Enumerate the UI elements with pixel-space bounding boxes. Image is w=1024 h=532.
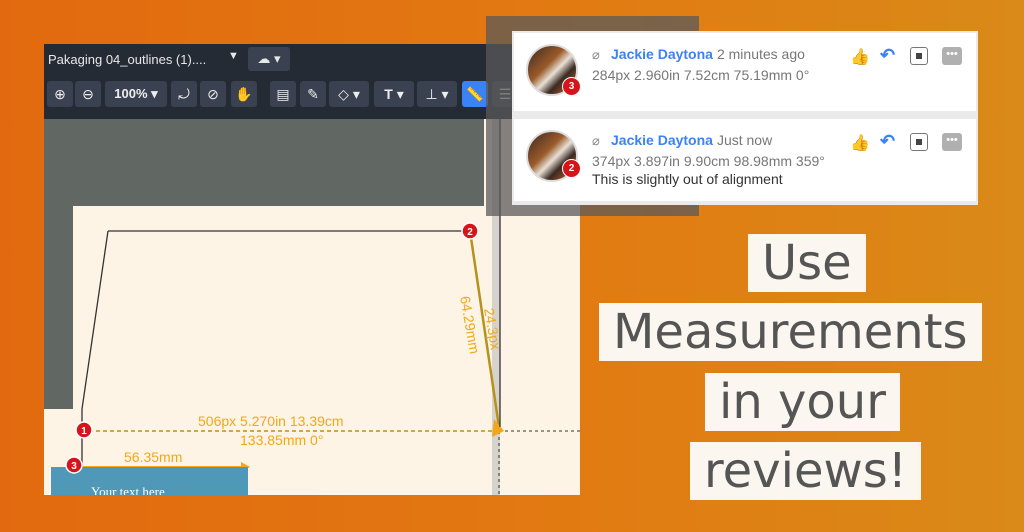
reply-icon[interactable]: ↶ [880, 131, 895, 152]
comment-author[interactable]: Jackie Daytona 2 minutes ago [611, 46, 805, 62]
pan-hand-icon[interactable]: ✋ [231, 81, 257, 107]
shapes-icon[interactable]: ◇ ▾ [329, 81, 369, 107]
measure-icon: ⌀ [592, 133, 600, 148]
author-name: Jackie Daytona [611, 46, 713, 62]
comment-icon[interactable]: ▤ [270, 81, 296, 107]
author-name: Jackie Daytona [611, 132, 713, 148]
like-icon[interactable]: 👍 [850, 47, 870, 67]
marker-badge: 2 [562, 159, 581, 178]
measure-icon: ⌀ [592, 47, 600, 62]
comment-card[interactable]: 3 ⌀ Jackie Daytona 2 minutes ago 284px 2.… [514, 33, 976, 111]
comment-card[interactable]: 2 ⌀ Jackie Daytona Just now 374px 3.897in… [514, 119, 976, 201]
comment-author[interactable]: Jackie Daytona Just now [611, 132, 772, 148]
comment-time: 2 minutes ago [716, 46, 805, 62]
comment-text: This is slightly out of alignment [592, 171, 783, 187]
headline-line-1: Use [748, 234, 866, 292]
rotate-icon[interactable]: ⤾ [171, 81, 197, 107]
like-icon[interactable]: 👍 [850, 133, 870, 153]
headline-line-4: reviews! [690, 442, 921, 500]
comment-measurement: 284px 2.960in 7.52cm 75.19mm 0° [592, 67, 810, 83]
marker-badge: 3 [562, 77, 581, 96]
marker-2-label: 2 [467, 227, 473, 238]
measure-ruler-icon[interactable]: 📏 [462, 81, 488, 107]
headline-line-3: in your [705, 373, 900, 431]
more-options-icon[interactable]: ••• [942, 47, 962, 65]
comment-measurement: 374px 3.897in 9.90cm 98.98mm 359° [592, 153, 825, 169]
cloud-sync-button[interactable]: ☁ ▾ [248, 47, 290, 71]
pen-icon[interactable]: ✎ [300, 81, 326, 107]
zoom-in-icon[interactable]: ⊕ [47, 81, 73, 107]
more-options-icon[interactable]: ••• [942, 133, 962, 151]
hide-annotations-icon[interactable]: ⊘ [200, 81, 226, 107]
reply-icon[interactable]: ↶ [880, 45, 895, 66]
status-icon[interactable] [910, 47, 928, 65]
marker-3-label: 3 [71, 461, 77, 472]
comment-time: Just now [716, 132, 773, 148]
headline-line-2: Measurements [599, 303, 982, 361]
marker-1-label: 1 [81, 426, 87, 437]
stamp-icon[interactable]: ⊥ ▾ [417, 81, 457, 107]
text-tool-icon[interactable]: T ▾ [374, 81, 414, 107]
status-icon[interactable] [910, 133, 928, 151]
zoom-level-label: 100% [114, 86, 148, 101]
document-title[interactable]: Pakaging 04_outlines (1).... [48, 52, 206, 67]
zoom-out-icon[interactable]: ⊖ [75, 81, 101, 107]
zoom-level-select[interactable]: 100% ▾ [105, 81, 167, 107]
title-dropdown-icon[interactable]: ▼ [228, 50, 239, 62]
